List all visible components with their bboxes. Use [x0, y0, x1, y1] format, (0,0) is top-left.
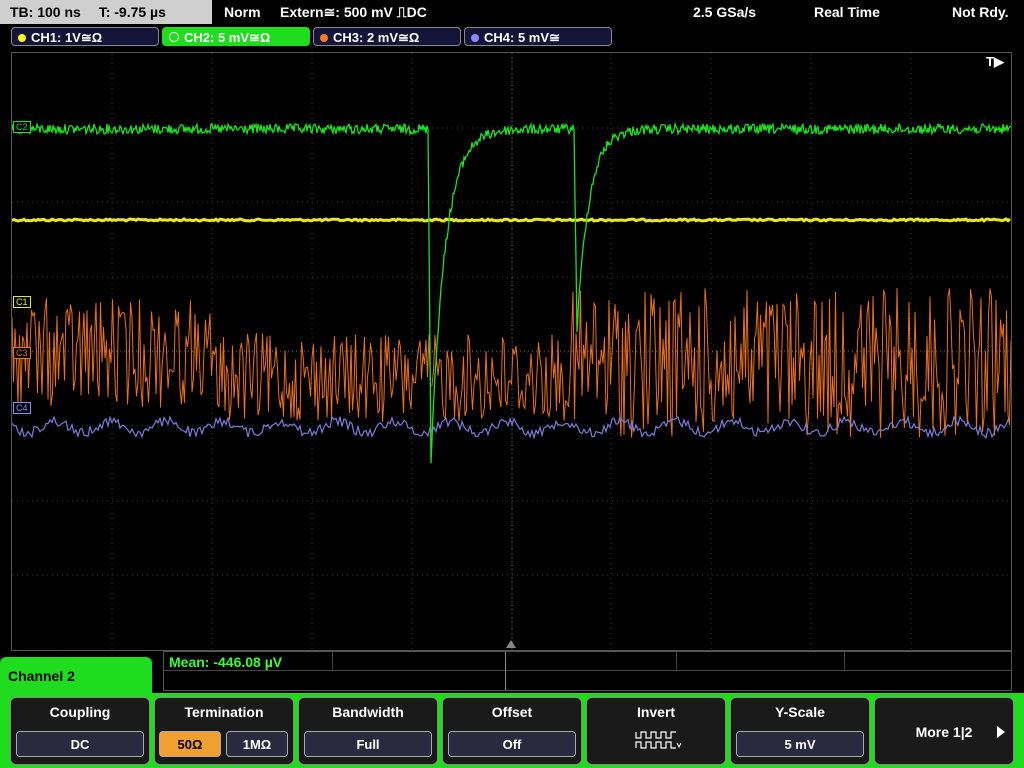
ch2-label: CH2: 5 mV≅Ω	[184, 30, 271, 45]
coupling-title: Coupling	[49, 704, 111, 720]
timebase-box[interactable]: TB: 100 ns T: -9.75 µs	[0, 0, 212, 24]
ch1-level-marker[interactable]: C1	[13, 296, 31, 308]
channel-tab-4[interactable]: CH4: 5 mV≅	[464, 27, 612, 46]
offset-value[interactable]: Off	[448, 731, 576, 757]
trigger-source[interactable]: Extern≅: 500 mV ⎍DC	[280, 0, 427, 24]
ch4-trace	[12, 414, 1011, 440]
ch3-level-marker[interactable]: C3	[13, 347, 31, 359]
ch3-label: CH3: 2 mV≅Ω	[333, 30, 420, 45]
trigger-time-value: T: -9.75 µs	[98, 4, 166, 20]
acquisition-status: Not Rdy.	[952, 4, 1009, 20]
termination-50-option[interactable]: 50Ω	[159, 731, 221, 757]
bandwidth-title: Bandwidth	[332, 704, 404, 720]
measurement-bar	[163, 651, 1012, 691]
yscale-value[interactable]: 5 mV	[736, 731, 864, 757]
termination-title: Termination	[184, 704, 264, 720]
graticule	[12, 53, 1011, 650]
waveform-display[interactable]	[11, 52, 1012, 651]
bandwidth-key[interactable]: Bandwidth Full	[298, 697, 438, 765]
mean-measurement: Mean: -446.08 µV	[169, 654, 283, 670]
ch4-level-marker[interactable]: C4	[13, 402, 31, 414]
ch2-level-marker[interactable]: C2	[13, 121, 31, 133]
termination-key[interactable]: Termination 50Ω 1MΩ	[154, 697, 294, 765]
trigger-position-marker: T▶	[986, 54, 1004, 69]
channel-tab-1[interactable]: CH1: 1V≅Ω	[11, 27, 159, 46]
trigger-time-marker-icon	[506, 640, 516, 648]
invert-key[interactable]: Invert	[586, 697, 726, 765]
offset-title: Offset	[491, 704, 533, 720]
ch1-label: CH1: 1V≅Ω	[31, 30, 103, 45]
channel-tab-2[interactable]: CH2: 5 mV≅Ω	[162, 27, 310, 46]
channel-tab-3[interactable]: CH3: 2 mV≅Ω	[313, 27, 461, 46]
ch3-trace	[12, 287, 1011, 438]
ch1-trace	[12, 217, 1011, 223]
acquisition-mode: Real Time	[814, 4, 880, 20]
panel-channel-label: Channel 2	[0, 657, 152, 697]
yscale-title: Y-Scale	[775, 704, 825, 720]
trigger-mode[interactable]: Norm	[224, 0, 261, 24]
offset-key[interactable]: Offset Off	[442, 697, 582, 765]
sample-rate: 2.5 GSa/s	[693, 4, 757, 20]
timebase-value: TB: 100 ns	[10, 4, 81, 20]
ch1-dot-icon	[18, 34, 26, 42]
more-arrow-icon	[997, 726, 1005, 738]
coupling-value[interactable]: DC	[16, 731, 144, 757]
ch4-label: CH4: 5 mV≅	[484, 30, 560, 45]
ch2-dot-icon	[169, 32, 179, 42]
more-label: More 1|2	[915, 724, 973, 740]
more-key[interactable]: More 1|2	[874, 697, 1014, 765]
yscale-key[interactable]: Y-Scale 5 mV	[730, 697, 870, 765]
inverted-square-wave-icon	[635, 731, 681, 749]
coupling-key[interactable]: Coupling DC	[10, 697, 150, 765]
ch3-dot-icon	[320, 34, 328, 42]
termination-1m-option[interactable]: 1MΩ	[226, 731, 288, 757]
invert-title: Invert	[636, 704, 676, 720]
ch4-dot-icon	[471, 34, 479, 42]
bandwidth-value[interactable]: Full	[304, 731, 432, 757]
